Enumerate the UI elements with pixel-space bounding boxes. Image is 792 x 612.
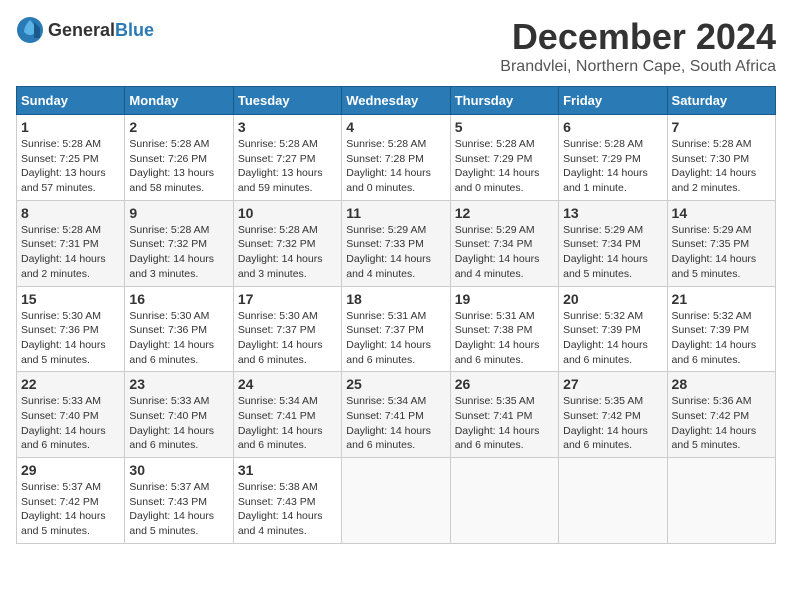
- calendar-day-empty: [559, 458, 667, 544]
- calendar-day-20: 20Sunrise: 5:32 AMSunset: 7:39 PMDayligh…: [559, 286, 667, 372]
- calendar-day-18: 18Sunrise: 5:31 AMSunset: 7:37 PMDayligh…: [342, 286, 450, 372]
- location-title: Brandvlei, Northern Cape, South Africa: [500, 58, 776, 76]
- calendar-day-empty: [450, 458, 558, 544]
- calendar-day-14: 14Sunrise: 5:29 AMSunset: 7:35 PMDayligh…: [667, 200, 775, 286]
- calendar-day-16: 16Sunrise: 5:30 AMSunset: 7:36 PMDayligh…: [125, 286, 233, 372]
- calendar-day-31: 31Sunrise: 5:38 AMSunset: 7:43 PMDayligh…: [233, 458, 341, 544]
- calendar-day-29: 29Sunrise: 5:37 AMSunset: 7:42 PMDayligh…: [17, 458, 125, 544]
- calendar-day-12: 12Sunrise: 5:29 AMSunset: 7:34 PMDayligh…: [450, 200, 558, 286]
- calendar-day-13: 13Sunrise: 5:29 AMSunset: 7:34 PMDayligh…: [559, 200, 667, 286]
- header-cell-monday: Monday: [125, 87, 233, 115]
- calendar-day-23: 23Sunrise: 5:33 AMSunset: 7:40 PMDayligh…: [125, 372, 233, 458]
- calendar-day-6: 6Sunrise: 5:28 AMSunset: 7:29 PMDaylight…: [559, 115, 667, 201]
- calendar-day-5: 5Sunrise: 5:28 AMSunset: 7:29 PMDaylight…: [450, 115, 558, 201]
- logo-text-blue: Blue: [115, 20, 154, 40]
- calendar-week-4: 22Sunrise: 5:33 AMSunset: 7:40 PMDayligh…: [17, 372, 776, 458]
- calendar-day-2: 2Sunrise: 5:28 AMSunset: 7:26 PMDaylight…: [125, 115, 233, 201]
- calendar-week-5: 29Sunrise: 5:37 AMSunset: 7:42 PMDayligh…: [17, 458, 776, 544]
- calendar-day-28: 28Sunrise: 5:36 AMSunset: 7:42 PMDayligh…: [667, 372, 775, 458]
- month-title: December 2024: [500, 16, 776, 58]
- calendar-day-15: 15Sunrise: 5:30 AMSunset: 7:36 PMDayligh…: [17, 286, 125, 372]
- header-cell-saturday: Saturday: [667, 87, 775, 115]
- header-cell-thursday: Thursday: [450, 87, 558, 115]
- calendar-week-2: 8Sunrise: 5:28 AMSunset: 7:31 PMDaylight…: [17, 200, 776, 286]
- logo-icon: [16, 16, 44, 44]
- header-cell-wednesday: Wednesday: [342, 87, 450, 115]
- calendar-day-30: 30Sunrise: 5:37 AMSunset: 7:43 PMDayligh…: [125, 458, 233, 544]
- calendar-day-empty: [342, 458, 450, 544]
- logo-text-general: General: [48, 20, 115, 40]
- calendar-day-25: 25Sunrise: 5:34 AMSunset: 7:41 PMDayligh…: [342, 372, 450, 458]
- calendar-header-row: SundayMondayTuesdayWednesdayThursdayFrid…: [17, 87, 776, 115]
- calendar-day-11: 11Sunrise: 5:29 AMSunset: 7:33 PMDayligh…: [342, 200, 450, 286]
- calendar-table: SundayMondayTuesdayWednesdayThursdayFrid…: [16, 86, 776, 544]
- calendar-day-22: 22Sunrise: 5:33 AMSunset: 7:40 PMDayligh…: [17, 372, 125, 458]
- header-cell-sunday: Sunday: [17, 87, 125, 115]
- calendar-week-1: 1Sunrise: 5:28 AMSunset: 7:25 PMDaylight…: [17, 115, 776, 201]
- calendar-day-3: 3Sunrise: 5:28 AMSunset: 7:27 PMDaylight…: [233, 115, 341, 201]
- calendar-day-7: 7Sunrise: 5:28 AMSunset: 7:30 PMDaylight…: [667, 115, 775, 201]
- calendar-day-21: 21Sunrise: 5:32 AMSunset: 7:39 PMDayligh…: [667, 286, 775, 372]
- calendar-day-4: 4Sunrise: 5:28 AMSunset: 7:28 PMDaylight…: [342, 115, 450, 201]
- calendar-week-3: 15Sunrise: 5:30 AMSunset: 7:36 PMDayligh…: [17, 286, 776, 372]
- calendar-day-27: 27Sunrise: 5:35 AMSunset: 7:42 PMDayligh…: [559, 372, 667, 458]
- calendar-day-10: 10Sunrise: 5:28 AMSunset: 7:32 PMDayligh…: [233, 200, 341, 286]
- calendar-body: 1Sunrise: 5:28 AMSunset: 7:25 PMDaylight…: [17, 115, 776, 544]
- calendar-day-26: 26Sunrise: 5:35 AMSunset: 7:41 PMDayligh…: [450, 372, 558, 458]
- calendar-day-1: 1Sunrise: 5:28 AMSunset: 7:25 PMDaylight…: [17, 115, 125, 201]
- page-header: GeneralBlue December 2024 Brandvlei, Nor…: [16, 16, 776, 76]
- header-cell-tuesday: Tuesday: [233, 87, 341, 115]
- logo: GeneralBlue: [16, 16, 154, 44]
- calendar-day-17: 17Sunrise: 5:30 AMSunset: 7:37 PMDayligh…: [233, 286, 341, 372]
- header-cell-friday: Friday: [559, 87, 667, 115]
- title-area: December 2024 Brandvlei, Northern Cape, …: [500, 16, 776, 76]
- calendar-day-8: 8Sunrise: 5:28 AMSunset: 7:31 PMDaylight…: [17, 200, 125, 286]
- calendar-day-19: 19Sunrise: 5:31 AMSunset: 7:38 PMDayligh…: [450, 286, 558, 372]
- calendar-day-9: 9Sunrise: 5:28 AMSunset: 7:32 PMDaylight…: [125, 200, 233, 286]
- calendar-day-24: 24Sunrise: 5:34 AMSunset: 7:41 PMDayligh…: [233, 372, 341, 458]
- calendar-day-empty: [667, 458, 775, 544]
